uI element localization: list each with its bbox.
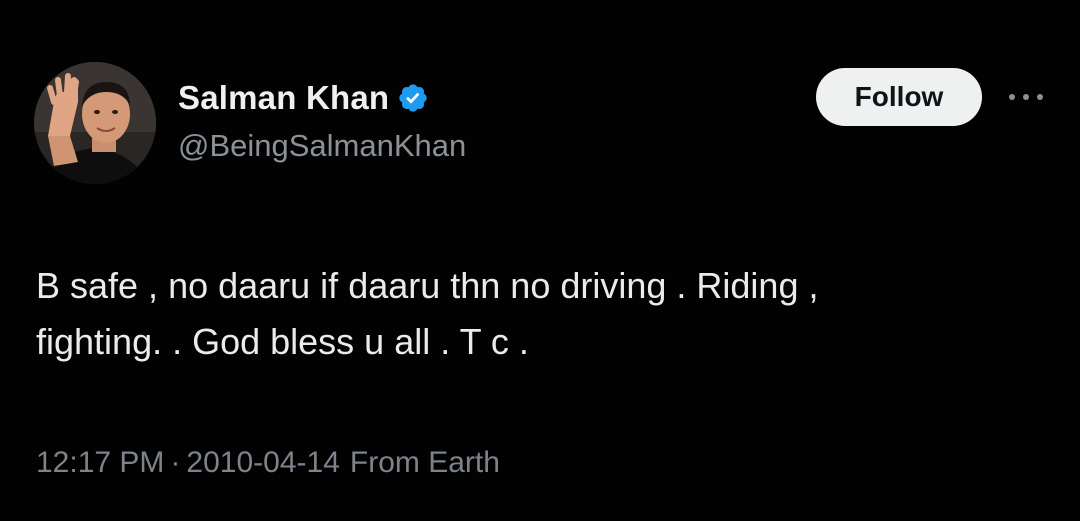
author-name-row: Salman Khan <box>178 76 429 120</box>
more-options-icon[interactable] <box>1004 80 1048 114</box>
meta-separator: · <box>170 446 181 479</box>
tweet-date[interactable]: 2010-04-14 <box>186 446 339 480</box>
tweet-metadata: 12:17 PM · 2010-04-14 From Earth <box>36 446 500 480</box>
author-handle[interactable]: @BeingSalmanKhan <box>178 128 466 164</box>
tweet-time[interactable]: 12:17 PM <box>36 446 164 480</box>
avatar-photo <box>34 62 156 184</box>
follow-button[interactable]: Follow <box>816 68 982 126</box>
tweet-source: From Earth <box>349 446 500 479</box>
avatar[interactable] <box>34 62 156 184</box>
verified-badge-icon[interactable] <box>397 82 429 114</box>
tweet-text: B safe , no daaru if daaru thn no drivin… <box>36 265 819 362</box>
author-display-name[interactable]: Salman Khan <box>178 79 389 117</box>
tweet-card: Salman Khan @BeingSalmanKhan Follow B sa… <box>0 0 1080 521</box>
